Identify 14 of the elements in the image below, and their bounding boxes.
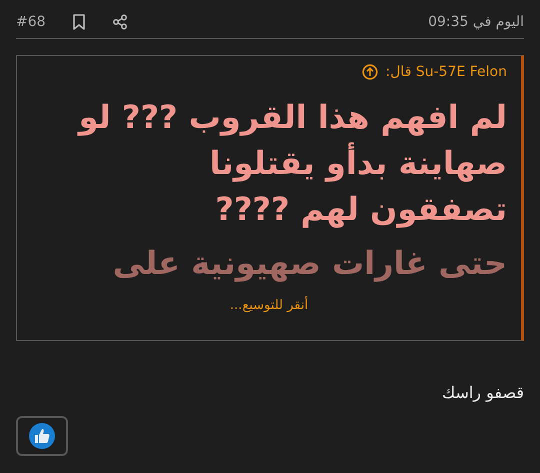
like-button[interactable] xyxy=(16,416,68,456)
jump-to-quote-icon[interactable] xyxy=(362,64,378,80)
quote-text-line: صهاينة بدأو يقتلونا xyxy=(208,141,507,184)
post-number[interactable]: #68 xyxy=(16,14,46,30)
bookmark-icon[interactable] xyxy=(72,14,86,30)
post-text: قصفو راسك xyxy=(440,383,524,402)
quote-text-line: حتى غارات صهيونية على xyxy=(112,243,507,284)
quote-text-line: لم افهم هذا القروب ??? لو xyxy=(76,97,507,138)
expand-link[interactable]: أنقر للتوسيع... xyxy=(230,298,308,313)
share-icon[interactable] xyxy=(112,14,128,30)
thumbs-up-icon xyxy=(29,423,55,449)
quote-text-line: تصفقون لهم ???? xyxy=(214,189,507,230)
post-time: اليوم في 09:35 xyxy=(428,14,524,30)
quote-author[interactable]: Su-57E Felon قال: xyxy=(386,64,507,80)
